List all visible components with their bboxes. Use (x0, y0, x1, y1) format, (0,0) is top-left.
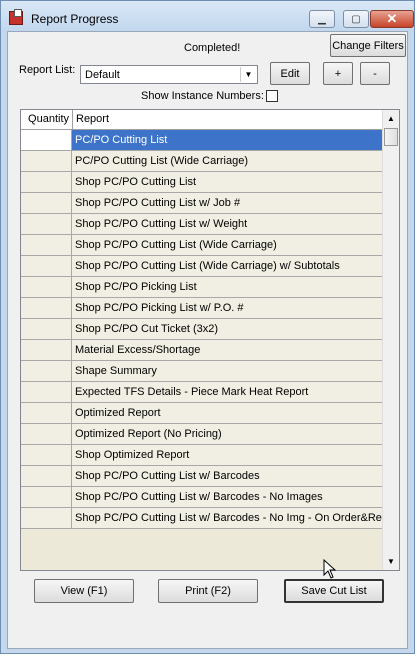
quantity-cell[interactable] (21, 361, 72, 381)
chevron-down-icon[interactable]: ▼ (240, 67, 256, 82)
table-row[interactable]: Shop PC/PO Cutting List (21, 172, 383, 193)
grid-header: Quantity Report (21, 110, 383, 130)
table-row[interactable]: Expected TFS Details - Piece Mark Heat R… (21, 382, 383, 403)
table-row[interactable]: Shop PC/PO Picking List w/ P.O. # (21, 298, 383, 319)
quantity-cell[interactable] (21, 319, 72, 339)
quantity-cell[interactable] (21, 193, 72, 213)
scroll-up-icon[interactable]: ▲ (383, 110, 399, 127)
table-row[interactable]: Optimized Report (21, 403, 383, 424)
report-list-label: Report List: (19, 64, 76, 76)
add-button[interactable]: + (323, 62, 353, 85)
close-icon: ✕ (386, 11, 398, 26)
report-cell: PC/PO Cutting List (75, 134, 168, 146)
table-row[interactable]: PC/PO Cutting List (Wide Carriage) (21, 151, 383, 172)
report-cell: Shop PC/PO Cutting List w/ Barcodes (75, 470, 260, 482)
quantity-cell[interactable] (21, 235, 72, 255)
dialog-body: Completed! Change Filters Report List: D… (7, 31, 408, 649)
table-row[interactable]: PC/PO Cutting List (21, 130, 383, 151)
report-cell: Shop PC/PO Cutting List w/ Barcodes - No… (75, 512, 389, 524)
change-filters-button[interactable]: Change Filters (330, 34, 406, 57)
report-cell: Shop PC/PO Cutting List w/ Weight (75, 218, 248, 230)
print-button[interactable]: Print (F2) (158, 579, 258, 603)
quantity-cell[interactable] (21, 130, 72, 150)
report-cell: Shop PC/PO Cutting List (Wide Carriage) … (75, 260, 340, 272)
quantity-cell[interactable] (21, 508, 72, 528)
quantity-cell[interactable] (21, 424, 72, 444)
report-cell: Shape Summary (75, 365, 157, 377)
report-rows: PC/PO Cutting List PC/PO Cutting List (Wi… (21, 130, 388, 529)
show-instance-numbers-checkbox[interactable] (266, 90, 278, 102)
minimize-icon: ▁ (318, 13, 326, 25)
table-row[interactable]: Shop PC/PO Cutting List w/ Barcodes - No… (21, 487, 383, 508)
table-row[interactable]: Shop PC/PO Cutting List (Wide Carriage) (21, 235, 383, 256)
report-cell: Shop PC/PO Cutting List w/ Barcodes - No… (75, 491, 323, 503)
report-progress-window: Report Progress ▁ ▢ ✕ Completed! Change … (0, 0, 415, 654)
report-cell: Shop PC/PO Cutting List (75, 176, 197, 188)
table-row[interactable]: Shop PC/PO Cutting List w/ Barcodes (21, 466, 383, 487)
table-row[interactable]: Shop PC/PO Cutting List w/ Weight (21, 214, 383, 235)
edit-button[interactable]: Edit (270, 62, 310, 85)
table-row[interactable]: Shop PC/PO Cutting List w/ Barcodes - No… (21, 508, 388, 529)
vertical-scrollbar[interactable]: ▲ ▼ (382, 110, 399, 570)
report-list-value: Default (85, 69, 120, 81)
table-row[interactable]: Material Excess/Shortage (21, 340, 383, 361)
report-list-dropdown[interactable]: Default ▼ (80, 65, 258, 84)
table-row[interactable]: Shape Summary (21, 361, 383, 382)
close-button[interactable]: ✕ (370, 10, 414, 28)
app-icon (9, 9, 23, 25)
report-cell: Optimized Report (No Pricing) (75, 428, 222, 440)
table-row[interactable]: Shop PC/PO Cutting List w/ Job # (21, 193, 383, 214)
report-grid: Quantity Report PC/PO Cutting List PC/PO … (20, 109, 400, 571)
save-cut-list-button[interactable]: Save Cut List (284, 579, 384, 603)
title-bar[interactable]: Report Progress ▁ ▢ ✕ (1, 1, 414, 31)
remove-button[interactable]: - (360, 62, 390, 85)
status-text: Completed! (184, 42, 241, 54)
maximize-button[interactable]: ▢ (343, 10, 369, 28)
table-row[interactable]: Optimized Report (No Pricing) (21, 424, 383, 445)
show-instance-numbers-label: Show Instance Numbers: (141, 90, 264, 102)
scrollbar-thumb[interactable] (384, 128, 398, 146)
quantity-cell[interactable] (21, 340, 72, 360)
quantity-cell[interactable] (21, 382, 72, 402)
quantity-cell[interactable] (21, 172, 72, 192)
quantity-cell[interactable] (21, 487, 72, 507)
report-cell: Shop PC/PO Picking List (75, 281, 197, 293)
report-cell: Shop PC/PO Cutting List w/ Job # (75, 197, 241, 209)
report-cell: Material Excess/Shortage (75, 344, 201, 356)
quantity-cell[interactable] (21, 277, 72, 297)
report-cell: Shop Optimized Report (75, 449, 190, 461)
table-row[interactable]: Shop PC/PO Picking List (21, 277, 383, 298)
quantity-cell[interactable] (21, 214, 72, 234)
table-row[interactable]: Shop PC/PO Cutting List (Wide Carriage) … (21, 256, 383, 277)
window-title: Report Progress (31, 12, 119, 26)
quantity-cell[interactable] (21, 466, 72, 486)
mouse-cursor-icon (323, 559, 337, 579)
maximize-icon: ▢ (351, 13, 361, 25)
table-row[interactable]: Shop Optimized Report (21, 445, 383, 466)
quantity-cell[interactable] (21, 403, 72, 423)
column-header-report[interactable]: Report (73, 110, 383, 129)
quantity-cell[interactable] (21, 256, 72, 276)
minimize-button[interactable]: ▁ (309, 10, 335, 28)
quantity-cell[interactable] (21, 298, 72, 318)
report-cell: Shop PC/PO Cutting List (Wide Carriage) (75, 239, 277, 251)
report-cell: Shop PC/PO Picking List w/ P.O. # (75, 302, 244, 314)
view-button[interactable]: View (F1) (34, 579, 134, 603)
report-cell: Shop PC/PO Cut Ticket (3x2) (75, 323, 219, 335)
quantity-cell[interactable] (21, 151, 72, 171)
report-cell: Optimized Report (75, 407, 161, 419)
table-row[interactable]: Shop PC/PO Cut Ticket (3x2) (21, 319, 383, 340)
report-cell: PC/PO Cutting List (Wide Carriage) (75, 155, 248, 167)
quantity-cell[interactable] (21, 445, 72, 465)
report-cell: Expected TFS Details - Piece Mark Heat R… (75, 386, 309, 398)
column-header-quantity[interactable]: Quantity (21, 110, 73, 129)
scroll-down-icon[interactable]: ▼ (383, 553, 399, 570)
